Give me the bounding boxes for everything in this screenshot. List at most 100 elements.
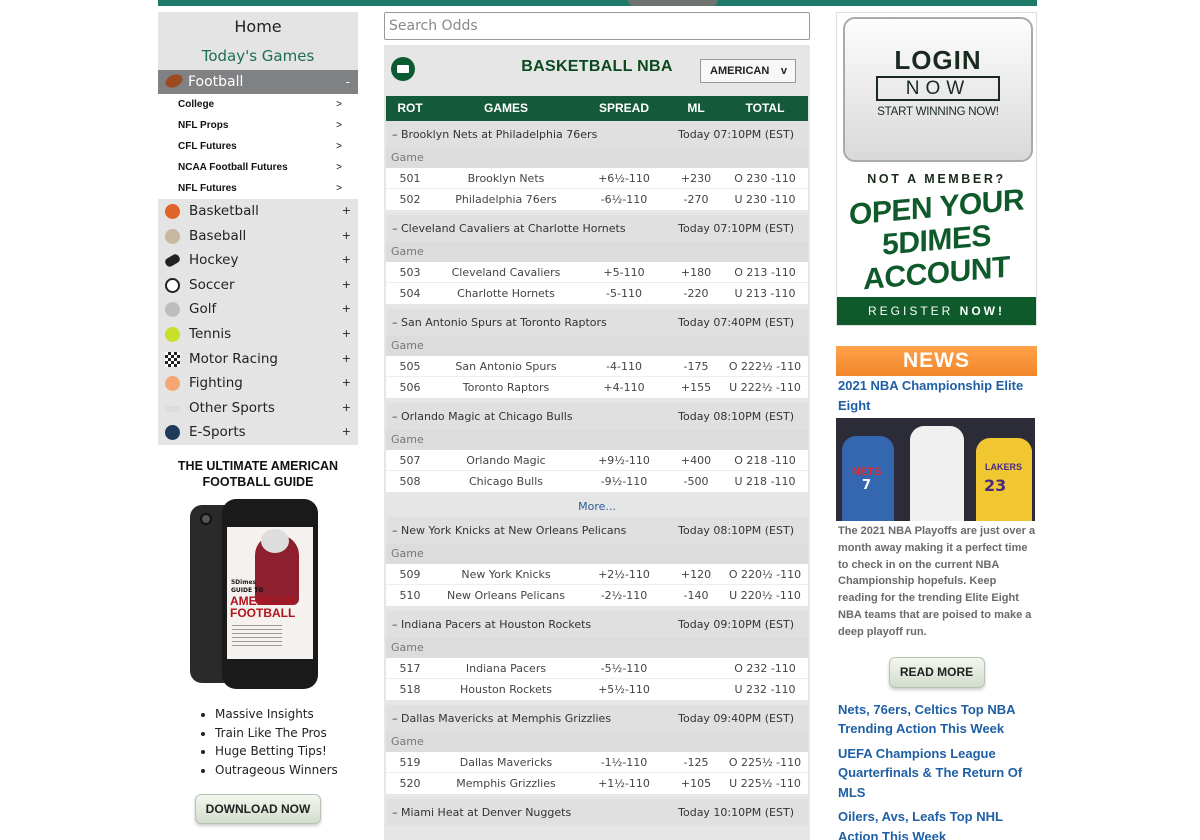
news-feature-title-link[interactable]: 2021 NBA Championship Elite Eight [836,376,1037,415]
moneyline-odds-cell[interactable]: +400 [670,450,722,470]
login-now-button[interactable]: LOGIN NOW START WINNING NOW! [843,17,1033,162]
total-odds-cell[interactable]: U 213 -110 [722,283,808,304]
expand-icon[interactable]: + [342,224,351,249]
expand-icon[interactable]: + [342,322,351,347]
signup-promo-banner[interactable]: LOGIN NOW START WINNING NOW! NOT A MEMBE… [836,12,1037,326]
subnav-item[interactable]: NFL Props > [158,115,358,136]
sidebar-item-fighting[interactable]: Fighting + [158,371,358,396]
sidebar-item-golf[interactable]: Golf + [158,297,358,322]
matchup-header[interactable]: San Antonio Spurs at Toronto Raptors Toda… [386,309,808,336]
moneyline-odds-cell[interactable]: +230 [670,168,722,188]
spread-odds-cell[interactable]: -5-110 [578,283,670,304]
phone-text-lines [232,625,282,649]
moneyline-odds-cell[interactable]: -220 [670,283,722,304]
expand-icon[interactable]: + [342,420,351,445]
total-odds-cell[interactable]: O 213 -110 [722,262,808,282]
read-more-button[interactable]: READ MORE [888,656,985,688]
total-odds-cell[interactable]: U 222½ -110 [722,377,808,398]
subnav-item-label: NCAA Football Futures [178,162,288,173]
moneyline-odds-cell[interactable]: +155 [670,377,722,398]
news-article-link[interactable]: Nets, 76ers, Celtics Top NBA Trending Ac… [836,700,1037,739]
expand-icon[interactable]: + [342,248,351,273]
spread-odds-cell[interactable]: +6½-110 [578,168,670,188]
spread-odds-cell[interactable]: +1½-110 [578,773,670,794]
table-row: 504 Charlotte Hornets -5-110 -220 U 213 -110 [386,283,808,304]
moneyline-odds-cell[interactable] [670,658,722,678]
search-input[interactable] [384,12,810,40]
total-odds-cell[interactable]: O 222½ -110 [722,356,808,376]
register-now-button[interactable]: REGISTER NOW! [837,297,1036,325]
sidebar-item-motor-racing[interactable]: Motor Racing + [158,346,358,372]
total-odds-cell[interactable]: O 218 -110 [722,450,808,470]
subnav-item[interactable]: CFL Futures > [158,136,358,157]
total-odds-cell[interactable]: U 225½ -110 [722,773,808,794]
moneyline-odds-cell[interactable]: -140 [670,585,722,606]
sidebar-item-football[interactable]: Football - [158,70,358,94]
sidebar-item-baseball[interactable]: Baseball + [158,223,358,249]
moneyline-odds-cell[interactable]: -175 [670,356,722,376]
sidebar-item-hockey[interactable]: Hockey + [158,248,358,273]
rot-cell: 519 [399,756,421,769]
matchup-header[interactable]: Indiana Pacers at Houston Rockets Today 0… [386,611,808,638]
spread-odds-cell[interactable]: +4-110 [578,377,670,398]
matchup-header[interactable]: Orlando Magic at Chicago Bulls Today 08:1… [386,403,808,430]
total-odds-cell[interactable]: O 225½ -110 [722,752,808,772]
total-odds-cell[interactable]: U 218 -110 [722,471,808,492]
sidebar-item-label: Soccer [189,276,235,293]
spread-odds-cell[interactable]: +2½-110 [578,564,670,584]
spread-odds-cell[interactable]: -5½-110 [578,658,670,678]
rot-cell: 509 [399,568,421,581]
subnav-item[interactable]: NFL Futures > [158,178,358,199]
moneyline-odds-cell[interactable]: -270 [670,189,722,210]
expand-icon[interactable]: + [342,371,351,396]
spread-odds-cell[interactable]: -9½-110 [578,471,670,492]
total-odds-cell[interactable]: U 230 -110 [722,189,808,210]
sidebar-item-tennis[interactable]: Tennis + [158,321,358,347]
moneyline-odds-cell[interactable]: +105 [670,773,722,794]
spread-odds-cell[interactable]: -1½-110 [578,752,670,772]
total-odds-cell[interactable]: O 230 -110 [722,168,808,188]
nav-todays-games-link[interactable]: Today's Games [158,42,358,70]
expand-icon[interactable]: + [342,199,351,224]
moneyline-odds-cell[interactable]: -500 [670,471,722,492]
total-odds-cell[interactable]: O 232 -110 [722,658,808,678]
matchup-header[interactable]: New York Knicks at New Orleans Pelicans T… [386,517,808,544]
matchup-title: Brooklyn Nets at Philadelphia 76ers [392,128,597,141]
matchup-header[interactable]: Brooklyn Nets at Philadelphia 76ers Today… [386,121,808,148]
expand-icon[interactable]: + [342,396,351,421]
sidebar-item-soccer[interactable]: Soccer + [158,272,358,298]
spread-odds-cell[interactable]: -2½-110 [578,585,670,606]
matchup-header[interactable]: Miami Heat at Denver Nuggets Today 10:10P… [386,799,808,826]
total-odds-cell[interactable]: U 232 -110 [722,679,808,700]
total-odds-cell[interactable]: O 220½ -110 [722,564,808,584]
sidebar-item-other-sports[interactable]: Other Sports + [158,395,358,421]
news-article-link[interactable]: UEFA Champions League Quarterfinals & Th… [836,744,1037,803]
odds-format-select[interactable]: AMERICAN v [700,59,796,83]
expand-icon[interactable]: + [342,273,351,298]
spread-odds-cell[interactable]: -4-110 [578,356,670,376]
collapse-icon[interactable]: - [346,70,350,94]
spread-odds-cell[interactable]: +5-110 [578,262,670,282]
sidebar-item-basketball[interactable]: Basketball + [158,199,358,224]
expand-icon[interactable]: + [342,297,351,322]
news-feature-image[interactable]: NETS 7 LAKERS 23 [836,418,1035,521]
spread-odds-cell[interactable]: +5½-110 [578,679,670,700]
more-link[interactable]: More... [386,497,808,517]
moneyline-odds-cell[interactable]: +180 [670,262,722,282]
total-odds-cell[interactable]: U 220½ -110 [722,585,808,606]
moneyline-odds-cell[interactable]: +120 [670,564,722,584]
expand-icon[interactable]: + [342,347,351,372]
subnav-item[interactable]: NCAA Football Futures > [158,157,358,178]
matchup-header[interactable]: Dallas Mavericks at Memphis Grizzlies Tod… [386,705,808,732]
spread-odds-cell[interactable]: +9½-110 [578,450,670,470]
sidebar-item-e-sports[interactable]: E-Sports + [158,420,358,445]
spread-odds-cell[interactable]: -6½-110 [578,189,670,210]
subnav-item[interactable]: College > [158,94,358,115]
nav-home-link[interactable]: Home [158,12,358,42]
moneyline-odds-cell[interactable]: -125 [670,752,722,772]
team-cell: Dallas Mavericks [459,756,553,769]
download-now-button[interactable]: DOWNLOAD NOW [195,794,321,824]
news-article-link[interactable]: Oilers, Avs, Leafs Top NHL Action This W… [836,807,1037,840]
moneyline-odds-cell[interactable] [670,679,722,700]
matchup-header[interactable]: Cleveland Cavaliers at Charlotte Hornets… [386,215,808,242]
